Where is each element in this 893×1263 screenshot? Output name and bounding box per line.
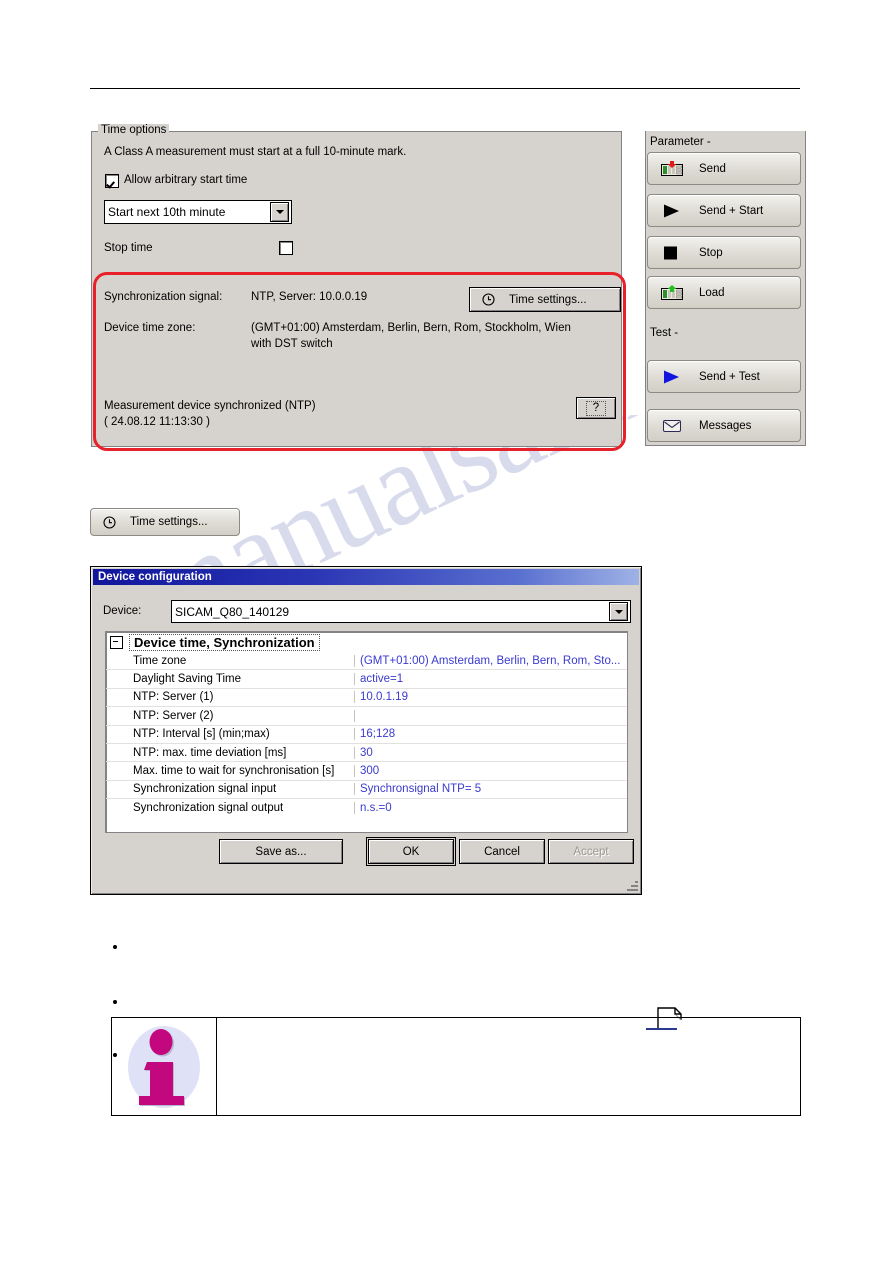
play-blue-icon xyxy=(661,369,683,385)
send-start-button[interactable]: Send + Start xyxy=(647,194,801,227)
help-button[interactable]: ? xyxy=(576,397,616,419)
property-row[interactable]: Synchronization signal input Synchronsig… xyxy=(106,781,627,800)
send-test-button-label: Send + Test xyxy=(699,370,760,383)
property-name: Max. time to wait for synchronisation [s… xyxy=(106,765,355,778)
collapse-expander-icon[interactable] xyxy=(110,635,123,649)
property-group-title: Device time, Synchronization xyxy=(129,633,320,651)
property-row[interactable]: NTP: Server (2) xyxy=(106,707,627,726)
property-name: Daylight Saving Time xyxy=(106,673,355,686)
sync-signal-value: NTP, Server: 10.0.0.19 xyxy=(251,291,368,303)
time-options-group-label: Time options xyxy=(98,124,170,136)
property-value[interactable]: 16;128 xyxy=(355,728,627,740)
save-as-button-label: Save as... xyxy=(255,845,307,858)
property-name: NTP: Server (2) xyxy=(106,709,355,722)
send-test-button[interactable]: Send + Test xyxy=(647,360,801,393)
accept-button: Accept xyxy=(548,839,634,864)
time-settings-button-label: Time settings... xyxy=(509,293,587,306)
test-heading: Test - xyxy=(650,327,679,339)
device-configuration-dialog: Device configuration Device: SICAM_Q80_1… xyxy=(90,566,642,895)
device-timezone-value-line2: with DST switch xyxy=(251,338,333,350)
class-a-notice: A Class A measurement must start at a fu… xyxy=(104,146,407,158)
device-combobox-value: SICAM_Q80_140129 xyxy=(175,604,290,619)
device-timezone-value-line1: (GMT+01:00) Amsterdam, Berlin, Bern, Rom… xyxy=(251,322,571,334)
property-row[interactable]: Daylight Saving Time active=1 xyxy=(106,670,627,689)
messages-button[interactable]: Messages xyxy=(647,409,801,442)
clock-icon xyxy=(103,515,116,529)
property-row[interactable]: NTP: max. time deviation [ms] 30 xyxy=(106,744,627,763)
property-name: NTP: Server (1) xyxy=(106,691,355,704)
stop-button-label: Stop xyxy=(699,246,723,259)
info-icon xyxy=(128,1026,200,1108)
chevron-down-icon[interactable] xyxy=(609,602,628,621)
stop-time-label: Stop time xyxy=(104,242,153,254)
property-row[interactable]: NTP: Server (1) 10.0.1.19 xyxy=(106,689,627,708)
send-start-button-label: Send + Start xyxy=(699,204,764,217)
cancel-button[interactable]: Cancel xyxy=(459,839,545,864)
time-settings-standalone-label: Time settings... xyxy=(130,516,208,528)
send-button[interactable]: Send xyxy=(647,152,801,185)
property-row[interactable]: Time zone (GMT+01:00) Amsterdam, Berlin,… xyxy=(106,652,627,671)
messages-button-label: Messages xyxy=(699,419,752,432)
sync-signal-label: Synchronization signal: xyxy=(104,291,223,303)
device-field-label: Device: xyxy=(103,605,142,617)
property-value[interactable]: n.s.=0 xyxy=(355,802,627,814)
time-settings-standalone-button[interactable]: Time settings... xyxy=(90,508,240,536)
header-rule xyxy=(90,88,800,89)
document-page: manualsarchive.com Time options A Class … xyxy=(0,0,893,1263)
time-settings-button[interactable]: Time settings... xyxy=(469,287,621,312)
property-value[interactable]: 10.0.1.19 xyxy=(355,691,627,703)
ok-button-label: OK xyxy=(402,845,420,858)
play-black-icon xyxy=(661,203,683,219)
send-button-label: Send xyxy=(699,162,726,175)
chevron-down-icon[interactable] xyxy=(270,202,289,222)
sync-status-line2: ( 24.08.12 11:13:30 ) xyxy=(104,416,210,428)
property-value[interactable]: active=1 xyxy=(355,673,627,685)
envelope-icon xyxy=(661,418,683,434)
sync-status-line1: Measurement device synchronized (NTP) xyxy=(104,400,316,412)
property-name: Synchronization signal output xyxy=(106,801,355,814)
property-name: NTP: max. time deviation [ms] xyxy=(106,746,355,759)
property-value[interactable]: (GMT+01:00) Amsterdam, Berlin, Bern, Rom… xyxy=(355,655,627,667)
list-item-bullet xyxy=(113,945,117,949)
property-value[interactable]: Synchronsignal NTP= 5 xyxy=(355,783,627,795)
property-name: Synchronization signal input xyxy=(106,783,355,796)
device-timezone-label: Device time zone: xyxy=(104,322,196,334)
property-name: Time zone xyxy=(106,654,355,667)
clock-icon xyxy=(482,293,495,306)
property-value[interactable]: 30 xyxy=(355,747,627,759)
info-note-text xyxy=(217,1018,800,1115)
device-send-icon xyxy=(661,160,683,177)
load-button[interactable]: Load xyxy=(647,276,801,309)
info-icon-cell xyxy=(112,1018,217,1115)
help-button-label: ? xyxy=(585,400,607,416)
property-row[interactable]: Max. time to wait for synchronisation [s… xyxy=(106,762,627,781)
parameter-heading: Parameter - xyxy=(650,136,711,148)
property-grid: Device time, Synchronization Time zone (… xyxy=(105,631,628,833)
save-as-button[interactable]: Save as... xyxy=(219,839,343,864)
device-combobox[interactable]: SICAM_Q80_140129 xyxy=(171,600,631,623)
dialog-titlebar[interactable]: Device configuration xyxy=(93,569,639,585)
stop-square-icon xyxy=(661,245,683,261)
cancel-button-label: Cancel xyxy=(484,845,520,858)
stop-time-checkbox[interactable] xyxy=(279,241,293,255)
property-name: NTP: Interval [s] (min;max) xyxy=(106,728,355,741)
resize-grip[interactable] xyxy=(626,879,638,891)
allow-arbitrary-start-time-checkbox[interactable] xyxy=(105,174,119,188)
property-value[interactable]: 300 xyxy=(355,765,627,777)
property-row[interactable]: NTP: Interval [s] (min;max) 16;128 xyxy=(106,726,627,744)
allow-arbitrary-start-time-label: Allow arbitrary start time xyxy=(124,174,248,186)
info-note-box xyxy=(111,1017,801,1116)
property-row[interactable]: Synchronization signal output n.s.=0 xyxy=(106,799,627,816)
stop-button[interactable]: Stop xyxy=(647,236,801,269)
start-mode-value: Start next 10th minute xyxy=(108,205,226,219)
start-mode-combobox[interactable]: Start next 10th minute xyxy=(104,200,292,224)
time-options-groupbox: Time options A Class A measurement must … xyxy=(91,124,622,447)
device-load-icon xyxy=(661,284,683,301)
accept-button-label: Accept xyxy=(573,845,609,858)
dialog-title: Device configuration xyxy=(98,571,212,583)
ok-button[interactable]: OK xyxy=(366,837,456,866)
property-group-header[interactable]: Device time, Synchronization xyxy=(106,632,627,652)
list-item-bullet xyxy=(113,1000,117,1004)
load-button-label: Load xyxy=(699,286,725,299)
